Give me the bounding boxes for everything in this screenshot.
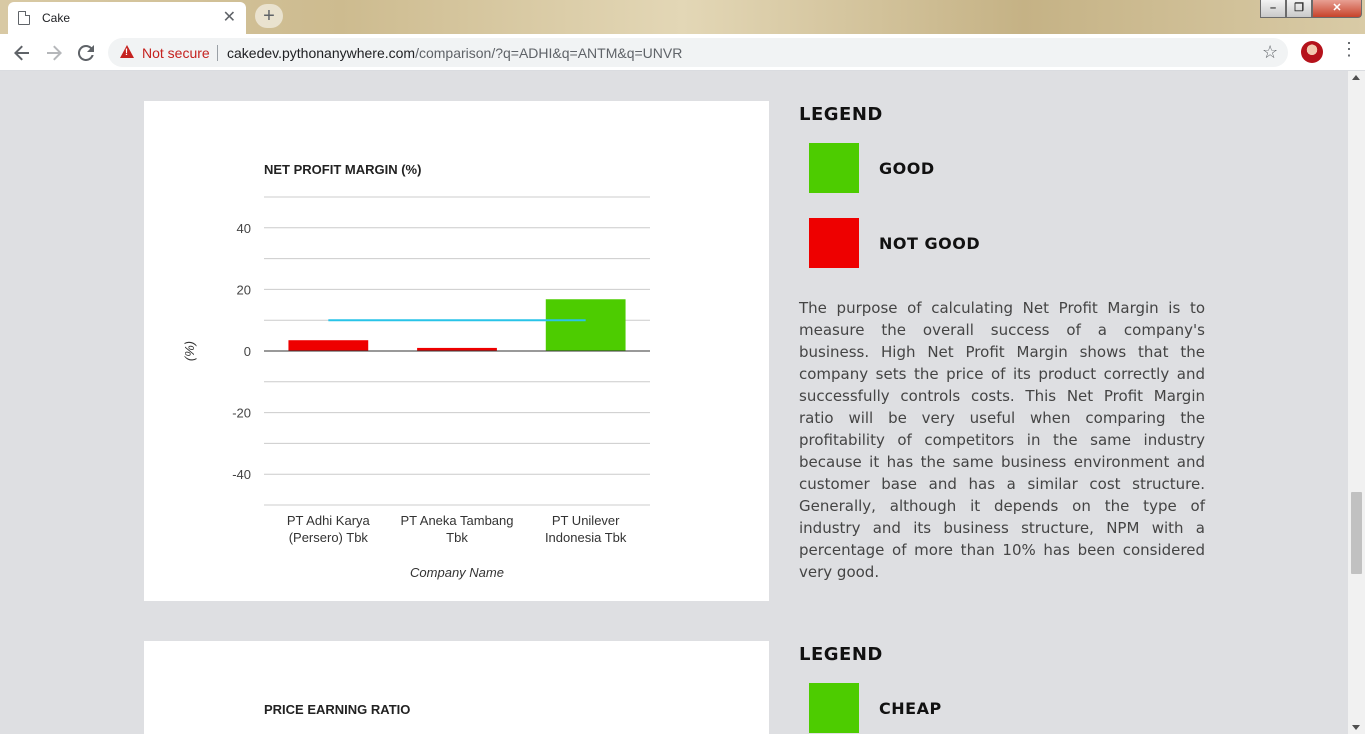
legend-item-not-good: NOT GOOD	[809, 218, 980, 268]
legend-swatch-not-good	[809, 218, 859, 268]
back-button[interactable]	[10, 41, 34, 65]
arrow-right-icon	[47, 45, 62, 61]
chart-card-price-earning-ratio: PRICE EARNING RATIO	[144, 641, 769, 734]
page-scrollbar[interactable]	[1348, 71, 1365, 734]
net-profit-margin-chart: -40-2002040PT Adhi Karya (Persero) TbkPT …	[182, 196, 650, 580]
address-separator	[217, 45, 218, 61]
x-tick-label-line: (Persero) Tbk	[289, 530, 369, 545]
minimize-icon: –	[1269, 2, 1277, 14]
legend-item-cheap: CHEAP	[809, 683, 942, 733]
x-axis-title: Company Name	[410, 565, 504, 580]
legend-item-good: GOOD	[809, 143, 935, 193]
legend-heading: LEGEND	[799, 104, 883, 125]
address-bar[interactable]: Not secure cakedev.pythonanywhere.com/co…	[108, 38, 1288, 67]
profile-avatar[interactable]	[1301, 41, 1323, 63]
legend-swatch-cheap	[809, 683, 859, 733]
maximize-icon: ❐	[1294, 2, 1304, 14]
legend-swatch-good	[809, 143, 859, 193]
maximize-button[interactable]: ❐	[1286, 0, 1312, 18]
legend-heading-2: LEGEND	[799, 644, 883, 665]
y-tick-label: -40	[232, 467, 251, 482]
legend-section-1: LEGEND GOOD NOT GOOD The purpose of calc…	[799, 104, 1205, 581]
x-tick-label-line: Tbk	[446, 530, 468, 545]
close-window-button[interactable]: ✕	[1312, 0, 1362, 18]
bar	[545, 299, 626, 351]
tab-close-icon[interactable]: ✕	[223, 10, 236, 26]
bar	[288, 340, 369, 351]
legend-label-good: GOOD	[879, 158, 935, 178]
x-tick-label-line: PT Adhi Karya	[287, 513, 371, 528]
url-path: /comparison/?q=ADHI&q=ANTM&q=UNVR	[415, 45, 683, 61]
browser-menu-icon[interactable]: ⋮	[1340, 40, 1358, 58]
y-tick-label: 40	[237, 221, 251, 236]
scroll-down-arrow-icon[interactable]	[1352, 725, 1360, 730]
x-tick-label: PT Aneka Tambang Tbk	[401, 513, 514, 545]
new-tab-button[interactable]: +	[255, 4, 283, 28]
security-indicator[interactable]: Not secure	[142, 45, 210, 61]
forward-button[interactable]	[42, 41, 66, 65]
x-tick-label-line: Indonesia Tbk	[545, 530, 627, 545]
reload-icon	[77, 44, 94, 61]
x-tick-label-line: PT Aneka Tambang	[401, 513, 514, 528]
y-tick-label: 0	[244, 344, 251, 359]
browser-tab[interactable]: Cake ✕	[8, 2, 246, 34]
url-text[interactable]: cakedev.pythonanywhere.com/comparison/?q…	[227, 45, 682, 61]
scroll-up-arrow-icon[interactable]	[1352, 75, 1360, 80]
url-host: cakedev.pythonanywhere.com	[227, 45, 416, 61]
browser-toolbar: Not secure cakedev.pythonanywhere.com/co…	[0, 34, 1365, 71]
legend-label-not-good: NOT GOOD	[879, 233, 981, 253]
arrow-left-icon	[14, 45, 29, 61]
chart-card-net-profit-margin: NET PROFIT MARGIN (%) -40 -20 0 20 40 PT Adhi…	[144, 101, 769, 601]
minimize-button[interactable]: –	[1260, 0, 1286, 18]
legend-section-2: LEGEND CHEAP	[799, 644, 1205, 733]
y-tick-label: 20	[237, 282, 251, 297]
legend-description: The purpose of calculating Net Profit Ma…	[799, 299, 1205, 581]
x-tick-label-line: PT Unilever	[552, 513, 620, 528]
y-axis-title: (%)	[182, 341, 197, 361]
window-title-bar: Cake ✕ + – ❐ ✕	[0, 0, 1365, 34]
page-icon	[18, 11, 30, 25]
chart-title-per: PRICE EARNING RATIO	[264, 702, 411, 717]
warning-icon	[120, 45, 134, 58]
close-icon: ✕	[1332, 2, 1342, 14]
y-tick-label: -20	[232, 406, 251, 421]
x-tick-label: PT Unilever Indonesia Tbk	[545, 513, 627, 545]
reload-button[interactable]	[74, 41, 98, 65]
legend-label-cheap: CHEAP	[879, 698, 942, 718]
x-tick-label: PT Adhi Karya (Persero) Tbk	[287, 513, 371, 545]
tab-title: Cake	[42, 11, 71, 25]
scroll-thumb[interactable]	[1351, 492, 1362, 574]
bookmark-star-icon[interactable]: ☆	[1262, 42, 1278, 63]
